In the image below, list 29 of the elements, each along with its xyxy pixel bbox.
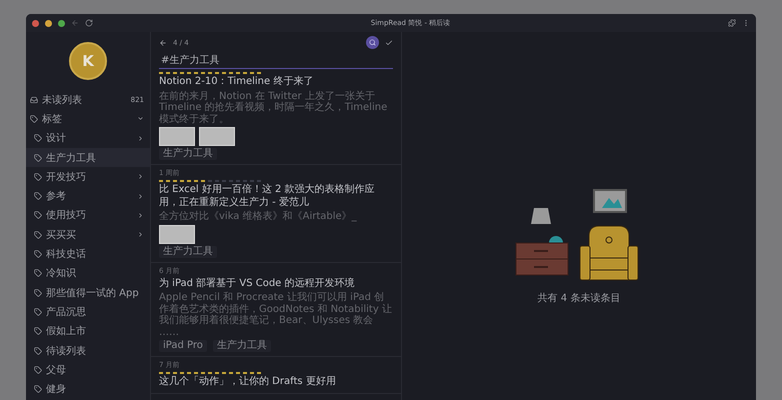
tag-chip[interactable]: 生产力工具 bbox=[159, 148, 217, 160]
empty-state-message: 共有 4 条未读条目 bbox=[538, 292, 620, 304]
sidebar-item[interactable]: 生产力工具 bbox=[26, 148, 150, 168]
sidebar-item[interactable]: 那些值得一试的 App bbox=[26, 282, 150, 302]
search-field[interactable]: #生产力工具 bbox=[159, 52, 393, 69]
article-title: 这几个「动作」，让你的 Drafts 更好用 bbox=[159, 376, 337, 388]
article-title: 为 iPad 部署基于 VS Code 的远程开发环境 bbox=[159, 278, 356, 290]
tag-chip[interactable]: iPad Pro bbox=[159, 340, 207, 352]
article-title: 比 Excel 好用一百倍！这 2 款强大的表格制作应用，正在重新定义生产力 - 爱范儿 bbox=[159, 184, 376, 209]
tag-chip[interactable]: 生产力工具 bbox=[212, 340, 271, 352]
article-excerpt: 在前的来月，Notion 在 Twitter 上发了一张关于 Timeline 的抢先看视频，时隔一年之久，Timeline 模式终于来了。 bbox=[159, 90, 388, 125]
article-excerpt: Apple Pencil 和 Procreate 让我们可以用 iPad 创作着色艺术类的插件，GoodNotes 和 Notability 让我们能够用着很便捷笔记，Bear、Ulysses 教会 …… bbox=[159, 292, 393, 338]
sidebar-item[interactable]: 开发技巧 bbox=[26, 167, 150, 186]
sidebar-item[interactable]: 待读列表 bbox=[26, 340, 150, 360]
sidebar-item[interactable]: 产品沉思 bbox=[26, 302, 150, 322]
article-card[interactable]: Notion 2-10：Timeline 终于来了 在前的来月，Notion 在 Twitter 上发了一张关于 Timeline 的抢先看视频，时隔一年之久，Timeline 模式终于来了。 生产力工具 bbox=[151, 69, 401, 165]
sidebar-item[interactable]: 设计 bbox=[26, 128, 150, 148]
sidebar-item[interactable]: 科技史话 bbox=[26, 244, 150, 264]
tag-chip[interactable]: 生产力工具 bbox=[159, 246, 217, 258]
sidebar-item[interactable]: 父母 bbox=[26, 360, 150, 380]
sidebar-item[interactable]: 标签 bbox=[26, 109, 150, 129]
article-title: Notion 2-10：Timeline 终于来了 bbox=[159, 76, 314, 88]
sidebar-item[interactable]: 健身 bbox=[26, 379, 150, 399]
sidebar-item[interactable]: 冷知识 bbox=[26, 264, 150, 283]
sidebar-item[interactable]: 使用技巧 bbox=[26, 206, 150, 226]
article-excerpt: 全方位对比《vika 维格表》和《Airtable》_ bbox=[159, 211, 358, 222]
sidebar-item[interactable]: 买买买 bbox=[26, 225, 150, 244]
sidebar-item[interactable]: 假如上市 bbox=[26, 322, 150, 341]
sidebar-item[interactable]: 参考 bbox=[26, 186, 150, 206]
